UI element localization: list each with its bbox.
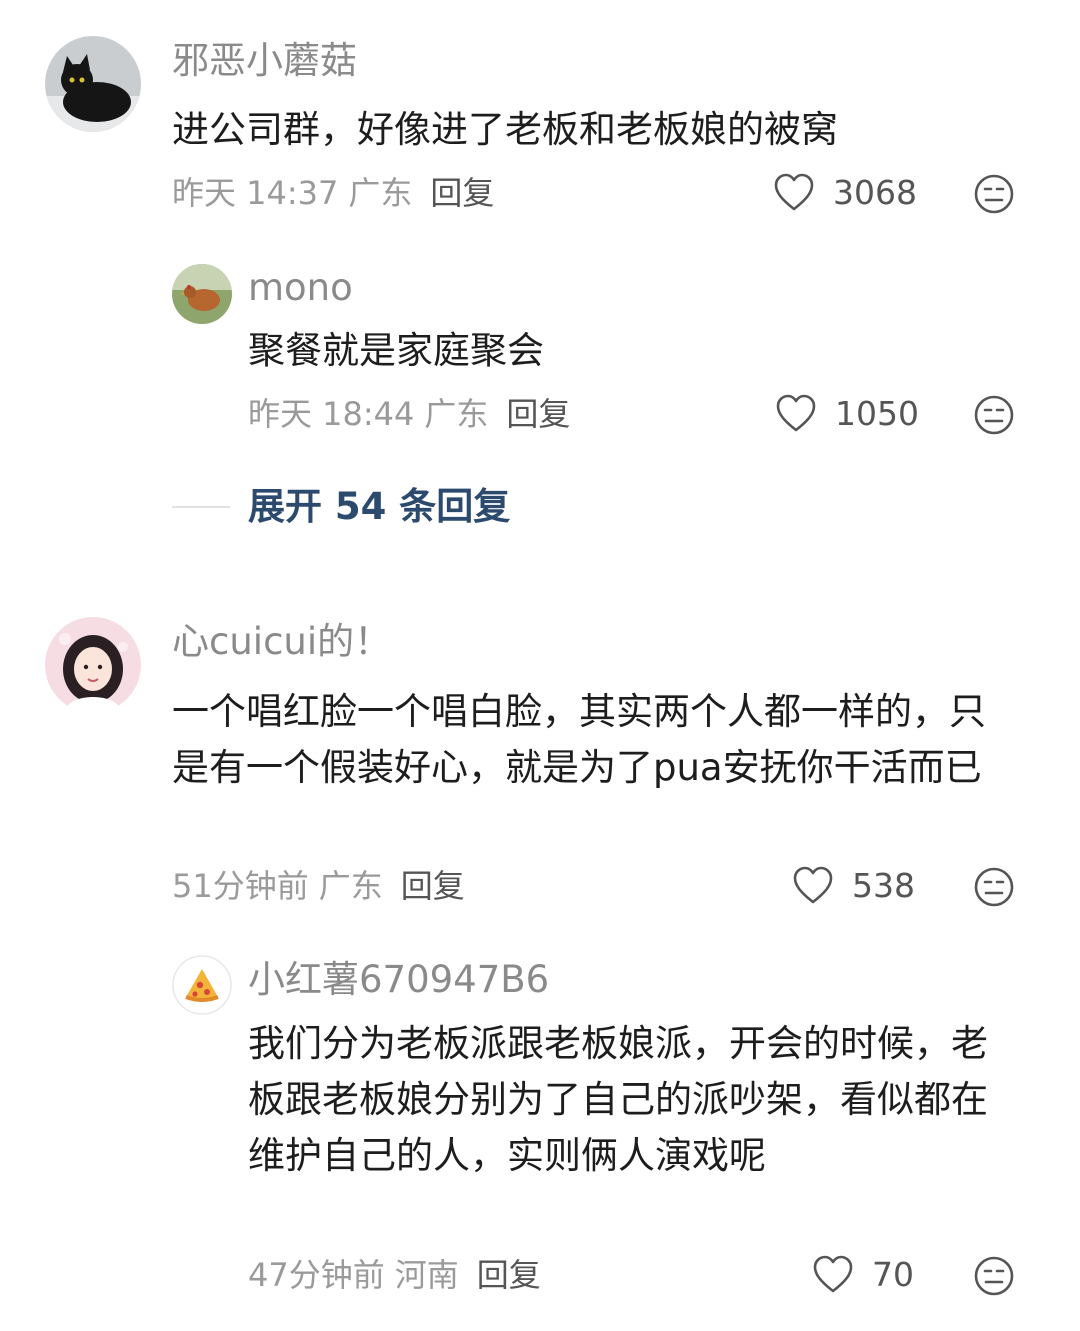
emoji-react-button[interactable] xyxy=(973,394,1015,436)
like-count: 1050 xyxy=(835,394,919,433)
heart-icon xyxy=(774,173,814,211)
divider xyxy=(172,506,230,508)
expand-replies-label[interactable]: 展开 54 条回复 xyxy=(248,482,510,532)
username[interactable]: 邪恶小蘑菇 xyxy=(172,39,357,83)
timestamp: 昨天 14:37 xyxy=(172,174,339,212)
like-count: 3068 xyxy=(833,173,917,212)
reply-button[interactable]: 回复 xyxy=(506,395,570,433)
location: 广东 xyxy=(318,867,383,905)
emoji-react-button[interactable] xyxy=(973,866,1015,908)
like-count: 538 xyxy=(852,866,915,905)
like-button[interactable]: 70 xyxy=(812,1255,914,1295)
location: 广东 xyxy=(424,395,489,433)
heart-icon xyxy=(813,1255,853,1293)
black-cat-avatar-icon xyxy=(45,36,141,132)
emoji-face-icon xyxy=(974,1256,1014,1296)
like-button[interactable]: 538 xyxy=(792,866,915,906)
timestamp: 51分钟前 xyxy=(172,867,309,905)
like-button[interactable]: 1050 xyxy=(775,394,919,434)
heart-icon xyxy=(793,866,833,904)
comment-meta: 昨天 18:44 广东 回复 xyxy=(248,394,580,434)
comment-meta: 47分钟前 河南 回复 xyxy=(248,1255,551,1295)
avatar[interactable] xyxy=(172,264,232,324)
comment-meta: 昨天 14:37 广东 回复 xyxy=(172,173,504,213)
comment-meta: 51分钟前 广东 回复 xyxy=(172,866,475,906)
location: 广东 xyxy=(348,174,413,212)
comment-text: 进公司群，好像进了老板和老板娘的被窝 xyxy=(172,108,838,151)
like-button[interactable]: 3068 xyxy=(773,173,917,213)
avatar[interactable] xyxy=(45,36,141,132)
comment-text: 聚餐就是家庭聚会 xyxy=(248,329,544,372)
emoji-react-button[interactable] xyxy=(973,1255,1015,1297)
comment-text: 我们分为老板派跟老板娘派，开会的时候，老板跟老板娘分别为了自己的派吵架，看似都在… xyxy=(248,1022,988,1177)
pizza-avatar-icon xyxy=(172,955,232,1015)
reply-button[interactable]: 回复 xyxy=(430,174,494,212)
reply-button[interactable]: 回复 xyxy=(477,1256,541,1294)
username[interactable]: 小红薯670947B6 xyxy=(248,958,549,1002)
timestamp: 昨天 18:44 xyxy=(248,395,415,433)
reply-button[interactable]: 回复 xyxy=(401,867,465,905)
heart-icon xyxy=(776,394,816,432)
username[interactable]: mono xyxy=(248,266,353,310)
like-count: 70 xyxy=(872,1255,914,1294)
avatar[interactable] xyxy=(45,617,141,713)
emoji-face-icon xyxy=(974,867,1014,907)
emoji-face-icon xyxy=(974,174,1014,214)
comment-text: 一个唱红脸一个唱白脸，其实两个人都一样的，只是有一个假装好心，就是为了pua安抚… xyxy=(172,690,986,789)
location: 河南 xyxy=(394,1256,459,1294)
timestamp: 47分钟前 xyxy=(248,1256,385,1294)
emoji-react-button[interactable] xyxy=(973,173,1015,215)
emoji-face-icon xyxy=(974,395,1014,435)
username[interactable]: 心cuicui的！ xyxy=(172,620,391,664)
expand-replies[interactable]: 展开 54 条回复 xyxy=(172,482,510,532)
avatar[interactable] xyxy=(172,955,232,1015)
chicken-avatar-icon xyxy=(172,264,232,324)
anime-girl-avatar-icon xyxy=(45,617,141,713)
